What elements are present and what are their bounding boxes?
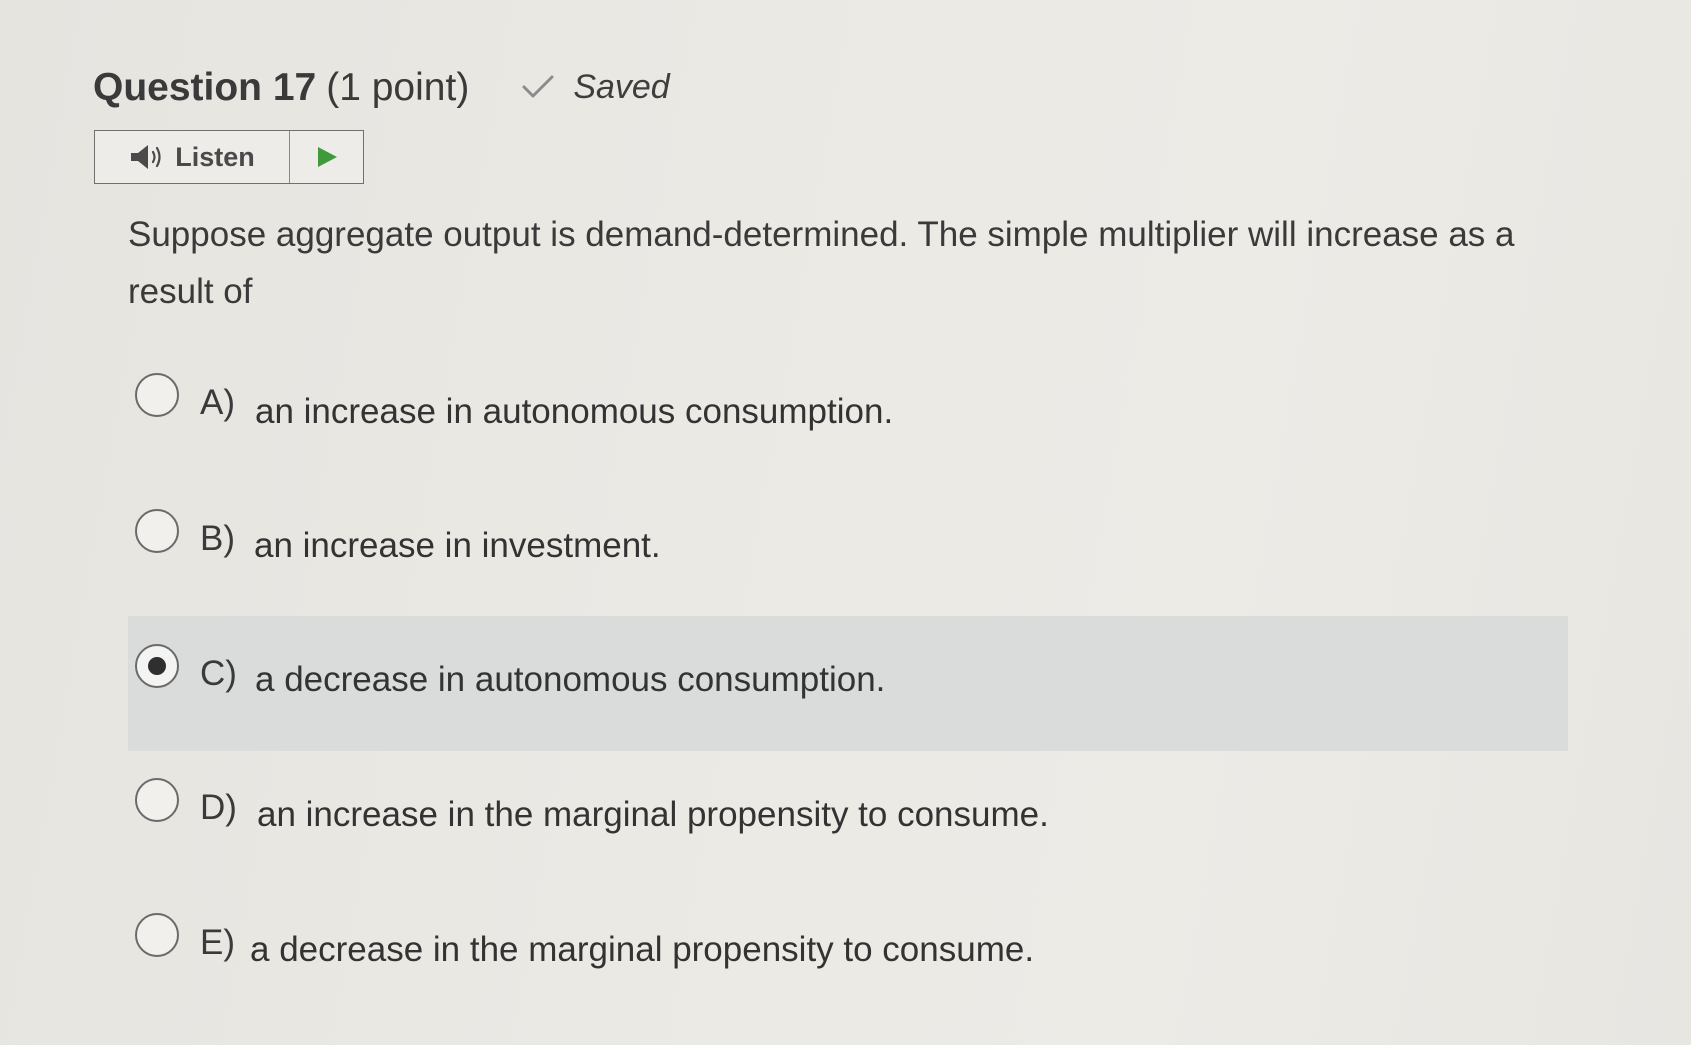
quiz-page: Question 17 (1 point) Saved Listen Suppo… xyxy=(0,0,1691,1045)
radio-button-a[interactable] xyxy=(135,373,179,417)
question-points: (1 point) xyxy=(326,66,470,109)
speaker-icon xyxy=(131,145,161,169)
saved-status: Saved xyxy=(521,67,670,107)
option-text-d: an increase in the marginal propensity t… xyxy=(257,795,1049,834)
option-letter-d: D) xyxy=(200,788,237,827)
option-text-b: an increase in investment. xyxy=(254,526,661,565)
option-letter-b: B) xyxy=(200,519,235,558)
answer-option-c[interactable]: C) a decrease in autonomous consumption. xyxy=(128,616,1568,751)
option-letter-e: E) xyxy=(200,923,235,962)
radio-button-d[interactable] xyxy=(135,778,179,822)
question-prompt: Suppose aggregate output is demand-deter… xyxy=(128,215,1515,311)
answer-option-b[interactable]: B) an increase in investment. xyxy=(128,482,1568,617)
answer-option-d[interactable]: D) an increase in the marginal propensit… xyxy=(128,751,1568,886)
play-button[interactable] xyxy=(290,131,363,183)
option-letter-c: C) xyxy=(200,654,237,693)
listen-label: Listen xyxy=(175,141,255,172)
checkmark-icon xyxy=(522,75,554,98)
option-text-c: a decrease in autonomous consumption. xyxy=(255,660,886,699)
radio-button-e[interactable] xyxy=(135,913,179,957)
listen-widget: Listen xyxy=(94,130,364,184)
listen-button[interactable]: Listen xyxy=(95,131,290,183)
play-icon xyxy=(317,147,337,167)
option-text-e: a decrease in the marginal propensity to… xyxy=(250,930,1035,969)
option-text-a: an increase in autonomous consumption. xyxy=(255,392,894,431)
answer-option-a[interactable]: A) an increase in autonomous consumption… xyxy=(128,347,1568,482)
radio-button-b[interactable] xyxy=(135,509,179,553)
question-header: Question 17 (1 point) Saved xyxy=(93,66,670,110)
answer-option-e[interactable]: E) a decrease in the marginal propensity… xyxy=(128,886,1568,1021)
option-letter-a: A) xyxy=(200,383,235,422)
saved-label: Saved xyxy=(573,67,670,106)
radio-button-c[interactable] xyxy=(135,644,179,688)
question-title: Question 17 xyxy=(93,66,317,109)
radio-selected-dot xyxy=(148,657,166,675)
